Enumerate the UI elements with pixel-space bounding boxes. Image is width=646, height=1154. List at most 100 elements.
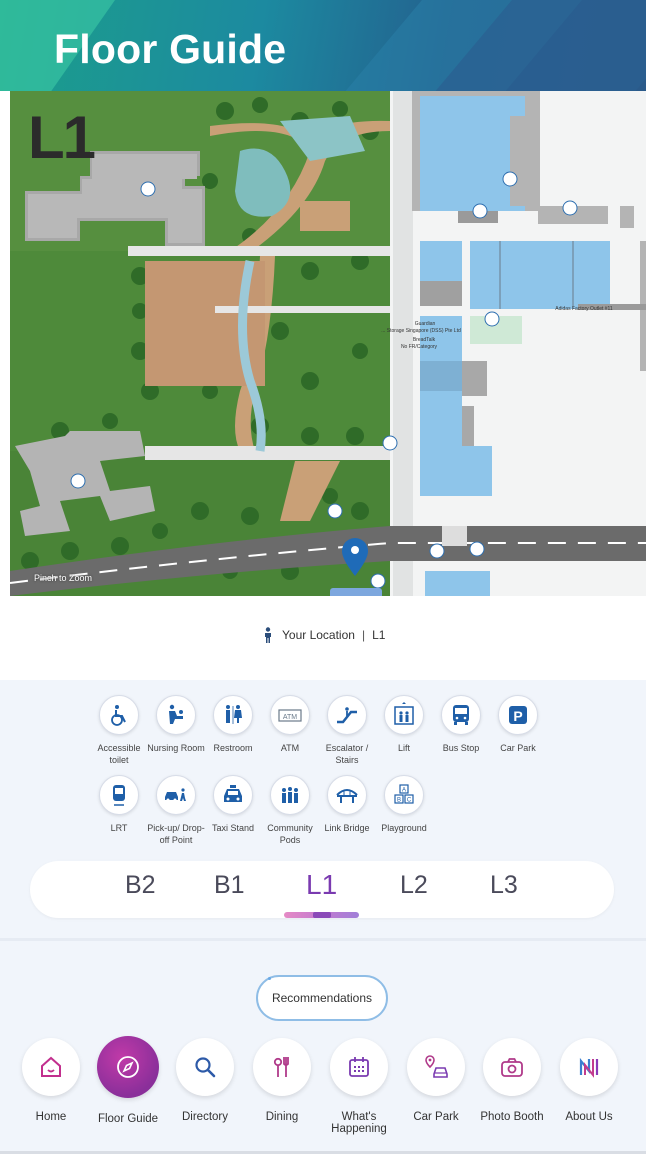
svg-text:P: P: [513, 708, 522, 724]
nav-whats-happening[interactable]: What's Happening: [321, 1038, 397, 1135]
nav-floor-guide[interactable]: Floor Guide: [90, 1036, 166, 1125]
recommendations-button[interactable]: Recommendations: [256, 975, 388, 1021]
car-location-icon: [425, 1055, 448, 1078]
legend-label: Nursing Room: [147, 743, 205, 753]
legend-label: Escalator / Stairs: [325, 743, 369, 765]
restroom-icon: [226, 705, 242, 724]
lift-icon: [394, 702, 414, 725]
person-icon: [265, 627, 271, 643]
legend-label: Pick-up/ Drop-off Point: [147, 823, 205, 845]
legend-atm[interactable]: ATM ATM: [258, 695, 322, 754]
nav-label: About Us: [565, 1111, 613, 1123]
calendar-icon: [349, 1057, 369, 1077]
active-floor-indicator: [284, 912, 359, 918]
location-label: Your Location: [282, 628, 355, 642]
nav-label: Photo Booth: [480, 1111, 544, 1123]
nav-label: Home: [35, 1111, 67, 1123]
legend-label: Playground: [381, 823, 427, 833]
nav-label: What's Happening: [331, 1111, 387, 1135]
nav-label: Dining: [265, 1111, 299, 1123]
bus-icon: [453, 705, 469, 725]
floor-selector: B2 B1 L1 L2 L3: [30, 861, 614, 918]
legend-link-bridge[interactable]: Link Bridge: [315, 775, 379, 834]
shop-label: ... Storage Singapore (DSS) Pte Ltd: [381, 328, 461, 334]
community-icon: [282, 787, 298, 803]
nursing-icon: [169, 704, 183, 724]
page-header: Floor Guide: [0, 0, 646, 91]
nav-car-park[interactable]: Car Park: [398, 1038, 474, 1123]
location-separator: |: [361, 628, 366, 642]
map-floor-label: L1: [28, 104, 96, 171]
floor-tab-l2[interactable]: L2: [400, 871, 428, 900]
bridge-icon: [336, 789, 358, 803]
nav-label: Floor Guide: [97, 1113, 159, 1125]
shop-unit: [420, 96, 525, 211]
nav-label: Car Park: [413, 1111, 459, 1123]
logo-icon: [579, 1057, 599, 1078]
svg-text:C: C: [407, 798, 412, 804]
location-bar: Your Location | L1: [0, 596, 646, 680]
search-icon: [195, 1057, 216, 1078]
legend-taxi-stand[interactable]: Taxi Stand: [201, 775, 265, 834]
shop-label: Guardian: [414, 321, 436, 327]
taxi-icon: [224, 785, 242, 802]
nav-home[interactable]: Home: [13, 1038, 89, 1123]
escalator-icon: [337, 707, 357, 724]
wheelchair-icon: [111, 705, 126, 726]
svg-text:A: A: [402, 788, 406, 794]
legend-lrt[interactable]: LRT: [87, 775, 151, 834]
car-person-icon: [165, 788, 186, 802]
shop-label: Adidas Factory Outlet #11: [555, 306, 613, 312]
legend-accessible-toilet[interactable]: Accessible toilet: [87, 695, 151, 766]
location-floor: L1: [372, 628, 386, 642]
legend-pickup-dropoff[interactable]: Pick-up/ Drop-off Point: [144, 775, 208, 846]
legend-restroom[interactable]: Restroom: [201, 695, 265, 754]
legend-lift[interactable]: Lift: [372, 695, 436, 754]
parking-icon: P: [509, 706, 527, 724]
floor-map-illustration: [10, 91, 646, 596]
svg-text:B: B: [397, 798, 401, 804]
atm-icon: ATM: [278, 709, 302, 722]
legend-nursing-room[interactable]: Nursing Room: [144, 695, 208, 754]
shop-label: BreadTalk: [412, 337, 436, 343]
nav-about-us[interactable]: About Us: [551, 1038, 627, 1123]
map-legend: Accessible toilet Nursing Room Restroom …: [0, 680, 646, 938]
nav-dining[interactable]: Dining: [244, 1038, 320, 1123]
legend-label: Bus Stop: [442, 743, 480, 753]
compass-icon: [117, 1056, 139, 1078]
legend-community-pods[interactable]: Community Pods: [258, 775, 322, 846]
legend-car-park[interactable]: P Car Park: [486, 695, 550, 754]
camera-icon: [501, 1058, 523, 1077]
nav-label: Directory: [181, 1111, 228, 1123]
shop-label: No FR/Category: [400, 344, 438, 350]
legend-label: Taxi Stand: [211, 823, 255, 833]
recommendations-dot: [268, 977, 271, 980]
floor-tab-b1[interactable]: B1: [214, 871, 245, 900]
pinch-zoom-hint: Pinch to Zoom: [34, 573, 93, 583]
svg-text:ATM: ATM: [283, 714, 297, 721]
legend-label: ATM: [280, 743, 300, 753]
cutlery-icon: [273, 1057, 289, 1077]
floor-map[interactable]: L1 Pinch to Zoom Guardian ... Storage Si…: [10, 91, 646, 596]
legend-label: Community Pods: [267, 823, 313, 845]
app-root: Floor Guide L1 Pinch to Zoom Guardian ..…: [0, 0, 646, 1154]
floor-tab-l3[interactable]: L3: [490, 871, 518, 900]
legend-label: Lift: [397, 743, 410, 753]
legend-bus-stop[interactable]: Bus Stop: [429, 695, 493, 754]
legend-label: Link Bridge: [324, 823, 370, 833]
legend-label: Restroom: [213, 743, 253, 753]
legend-label: Car Park: [500, 743, 536, 753]
page-title: Floor Guide: [54, 26, 287, 72]
legend-label: Accessible toilet: [97, 743, 141, 765]
legend-playground[interactable]: ABC Playground: [372, 775, 436, 834]
floor-tab-b2[interactable]: B2: [125, 871, 156, 900]
legend-escalator[interactable]: Escalator / Stairs: [315, 695, 379, 766]
nav-photo-booth[interactable]: Photo Booth: [474, 1038, 550, 1123]
bottom-section: Recommendations Home Floor Guide Directo…: [0, 938, 646, 1154]
home-icon: [41, 1056, 61, 1077]
blocks-icon: AB C: [394, 784, 414, 804]
nav-directory[interactable]: Directory: [167, 1038, 243, 1123]
floor-tab-l1[interactable]: L1: [306, 869, 337, 901]
train-icon: [113, 785, 125, 806]
legend-label: LRT: [110, 823, 128, 833]
